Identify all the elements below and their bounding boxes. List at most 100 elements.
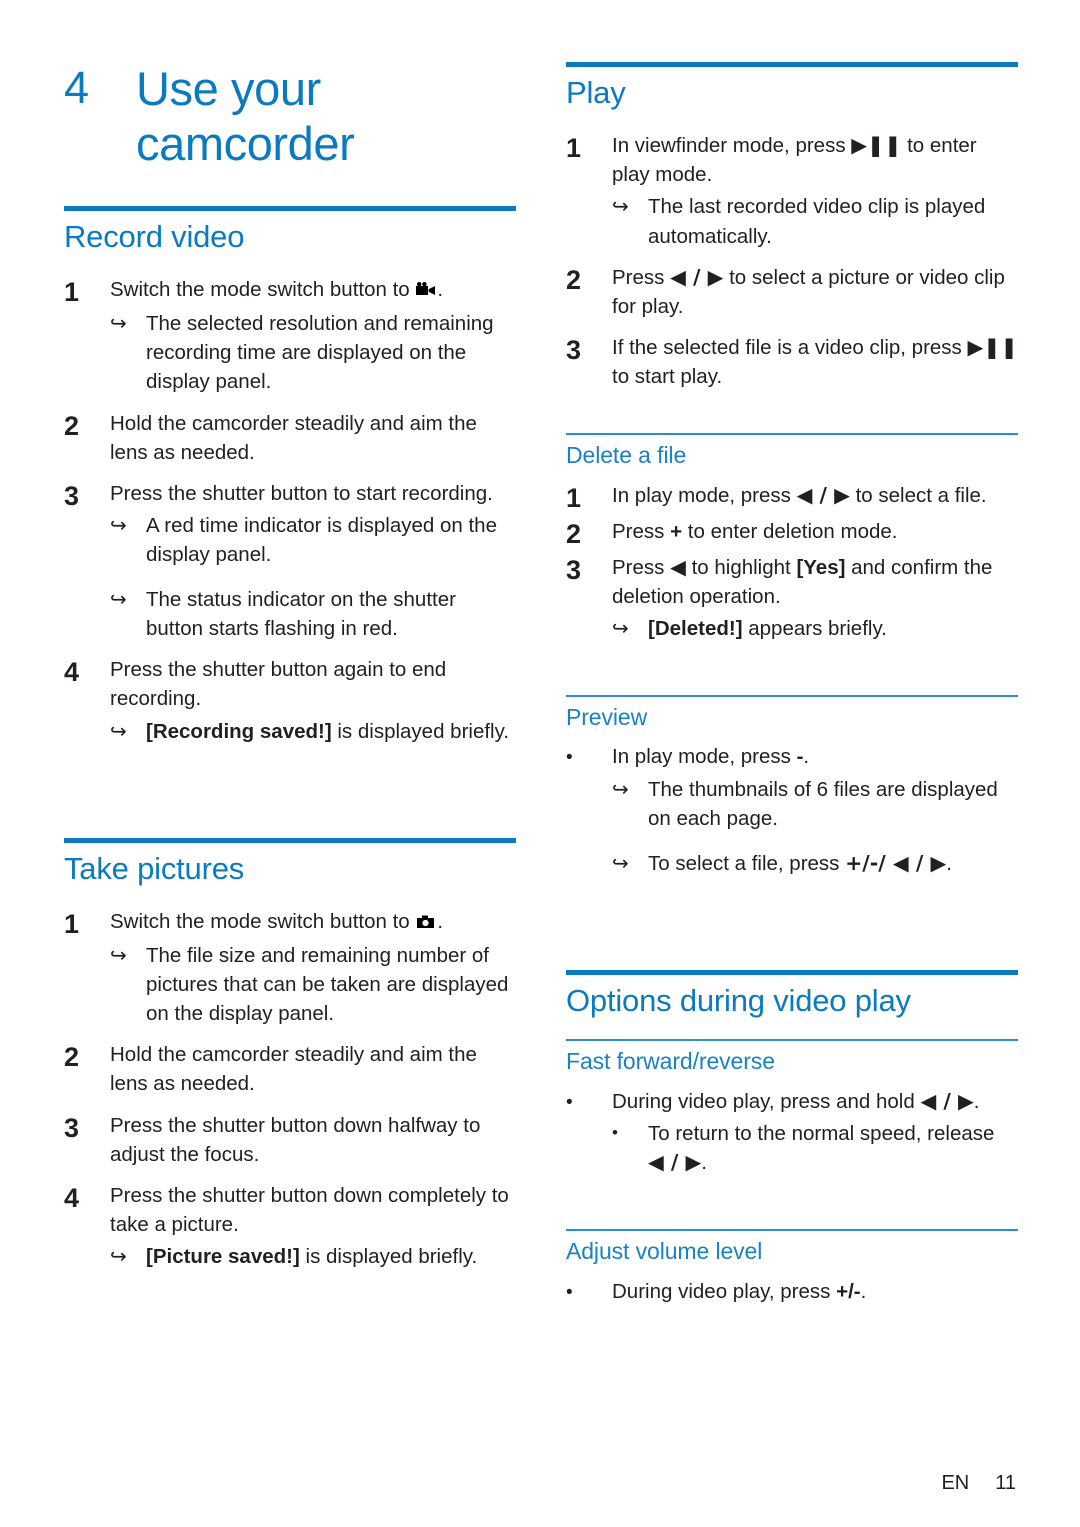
section-rule-preview bbox=[566, 694, 1018, 697]
list-item: 2 Hold the camcorder steadily and aim th… bbox=[64, 1040, 516, 1098]
list-item: 4 Press the shutter button down complete… bbox=[64, 1181, 516, 1271]
left-right-arrows-icon: ◀ / ▶ bbox=[670, 264, 724, 289]
step-text: In play mode, press -. ↪ The thumbnails … bbox=[612, 742, 1018, 877]
substep-text-part: is displayed briefly. bbox=[299, 1244, 478, 1268]
arrow-icon: ↪ bbox=[110, 311, 127, 336]
step-text-part: to start play. bbox=[612, 364, 723, 388]
step-text: Press ◀ to highlight [Yes] and confirm t… bbox=[612, 553, 1018, 643]
status-badge: [Picture saved!] bbox=[146, 1244, 300, 1268]
step-text: Press + to enter deletion mode. bbox=[612, 517, 1018, 546]
step-text-part: During video play, press bbox=[612, 1279, 837, 1303]
step-text-part: to select a file. bbox=[849, 483, 987, 507]
bullet-icon: • bbox=[566, 1091, 573, 1113]
list-item: 1 In play mode, press ◀ / ▶ to select a … bbox=[566, 481, 1018, 515]
step-text: Press ◀ / ▶ to select a picture or video… bbox=[612, 263, 1018, 321]
step-text-part: In play mode, press bbox=[612, 483, 797, 507]
status-badge: [Recording saved!] bbox=[146, 719, 332, 743]
list-item: 3 Press the shutter button down halfway … bbox=[64, 1111, 516, 1169]
steps-fast-forward-reverse: • During video play, press and hold ◀ / … bbox=[566, 1087, 1018, 1177]
list-item: ↪ To select a file, press +/-/ ◀ / ▶. bbox=[612, 849, 1018, 878]
list-item: ↪ [Deleted!] appears briefly. bbox=[612, 614, 1018, 643]
left-right-arrows-icon: ◀ / ▶ bbox=[920, 1088, 974, 1113]
chapter-title-block: 4 Use your camcorder bbox=[64, 62, 516, 172]
step-text: Press the shutter button to start record… bbox=[110, 479, 516, 644]
substep-text: The last recorded video clip is played a… bbox=[648, 195, 986, 248]
footer-language: EN bbox=[941, 1472, 970, 1494]
step-text-part: . bbox=[860, 1279, 867, 1303]
right-column: Play 1 In viewfinder mode, press ▶❚❚ to … bbox=[566, 62, 1018, 1319]
step-text-part: In play mode, press bbox=[612, 745, 797, 769]
arrow-icon: ↪ bbox=[110, 587, 127, 612]
page-columns: 4 Use your camcorder Record video 1 Swit… bbox=[64, 62, 1018, 1319]
section-rule-delete-a-file bbox=[566, 433, 1018, 436]
step-text: In play mode, press ◀ / ▶ to select a fi… bbox=[612, 481, 1018, 510]
step-text-part: . bbox=[803, 745, 810, 769]
step-text-part: Press the shutter button to start record… bbox=[110, 481, 493, 505]
section-heading-take-pictures: Take pictures bbox=[64, 850, 245, 886]
play-pause-icon: ▶❚❚ bbox=[967, 334, 1018, 359]
list-item: • During video play, press and hold ◀ / … bbox=[566, 1087, 1018, 1177]
step-number: 2 bbox=[64, 1042, 80, 1073]
list-item: 3 If the selected file is a video clip, … bbox=[566, 333, 1018, 391]
section-heading-preview: Preview bbox=[566, 703, 648, 730]
substep-text: The file size and remaining number of pi… bbox=[146, 943, 509, 1026]
list-item: ↪ [Recording saved!] is displayed briefl… bbox=[110, 717, 516, 746]
step-text-part: . bbox=[973, 1089, 980, 1113]
substeps: ↪ [Deleted!] appears briefly. bbox=[612, 614, 1018, 643]
section-rule-fast-forward-reverse bbox=[566, 1039, 1018, 1042]
substep-text-part: is displayed briefly. bbox=[331, 719, 510, 743]
step-text: Press the shutter button again to end re… bbox=[110, 655, 516, 745]
list-item: 1 In viewfinder mode, press ▶❚❚ to enter… bbox=[566, 131, 1018, 250]
chapter-heading: Use your camcorder bbox=[136, 62, 355, 170]
list-item: • During video play, press +/-. bbox=[566, 1277, 1018, 1307]
manual-page: 4 Use your camcorder Record video 1 Swit… bbox=[0, 0, 1080, 1527]
navigation-keys-icon: +/-/ ◀ / ▶ bbox=[845, 850, 947, 875]
list-item: 3 Press ◀ to highlight [Yes] and confirm… bbox=[566, 553, 1018, 643]
substep-text: To select a file, press +/-/ ◀ / ▶. bbox=[648, 849, 1018, 878]
list-item: 2 Press + to enter deletion mode. bbox=[566, 517, 1018, 551]
substep-text: The selected resolution and remaining re… bbox=[146, 312, 494, 394]
step-text: Switch the mode switch button to . ↪ The… bbox=[110, 275, 516, 396]
bullet-icon: • bbox=[566, 1281, 573, 1303]
step-number: 2 bbox=[566, 264, 582, 295]
list-item: ↪ A red time indicator is displayed on t… bbox=[110, 511, 516, 569]
step-text: If the selected file is a video clip, pr… bbox=[612, 333, 1018, 391]
substeps: ↪ The last recorded video clip is played… bbox=[612, 192, 1018, 250]
list-item: 1 Switch the mode switch button to . ↪ T… bbox=[64, 907, 516, 1028]
step-text: Hold the camcorder steadily and aim the … bbox=[110, 411, 477, 464]
step-text: During video play, press and hold ◀ / ▶.… bbox=[612, 1087, 1018, 1177]
arrow-icon: ↪ bbox=[110, 942, 127, 967]
list-item: 2 Hold the camcorder steadily and aim th… bbox=[64, 409, 516, 467]
list-item: ↪ The selected resolution and remaining … bbox=[110, 309, 516, 396]
step-text-part: In viewfinder mode, press bbox=[612, 134, 852, 158]
step-text-part: . bbox=[437, 909, 444, 933]
step-number: 1 bbox=[566, 482, 582, 513]
list-item: • In play mode, press -. ↪ The thumbnail… bbox=[566, 742, 1018, 877]
step-number: 2 bbox=[566, 518, 582, 549]
substep-text-part: . bbox=[701, 1150, 707, 1174]
steps-play: 1 In viewfinder mode, press ▶❚❚ to enter… bbox=[566, 131, 1018, 391]
list-item: ↪ The status indicator on the shutter bu… bbox=[110, 585, 516, 643]
substep-text: A red time indicator is displayed on the… bbox=[146, 513, 497, 567]
section-heading-adjust-volume-level: Adjust volume level bbox=[566, 1238, 763, 1264]
plus-key-label: + bbox=[670, 519, 683, 543]
section-rule-record-video bbox=[64, 205, 516, 211]
list-item: • To return to the normal speed, release… bbox=[612, 1119, 1018, 1177]
step-text: In viewfinder mode, press ▶❚❚ to enter p… bbox=[612, 131, 1018, 250]
chapter-number: 4 bbox=[64, 62, 89, 113]
section-heading-fast-forward-reverse: Fast forward/reverse bbox=[566, 1048, 775, 1075]
arrow-icon: ↪ bbox=[612, 850, 629, 875]
steps-delete-a-file: 1 In play mode, press ◀ / ▶ to select a … bbox=[566, 481, 1018, 643]
substeps: ↪ The selected resolution and remaining … bbox=[110, 309, 516, 396]
list-item: 1 Switch the mode switch button to . ↪ T… bbox=[64, 275, 516, 396]
step-number: 1 bbox=[64, 908, 80, 939]
substep-text: [Deleted!] appears briefly. bbox=[648, 614, 1018, 643]
play-pause-icon: ▶❚❚ bbox=[851, 133, 902, 158]
section-heading-play: Play bbox=[566, 75, 626, 110]
substep-text-part: To select a file, press bbox=[648, 851, 846, 875]
step-text-part: If the selected file is a video clip, pr… bbox=[612, 335, 968, 359]
step-text: Hold the camcorder steadily and aim the … bbox=[110, 1043, 477, 1096]
footer-page-number: 11 bbox=[995, 1472, 1016, 1494]
